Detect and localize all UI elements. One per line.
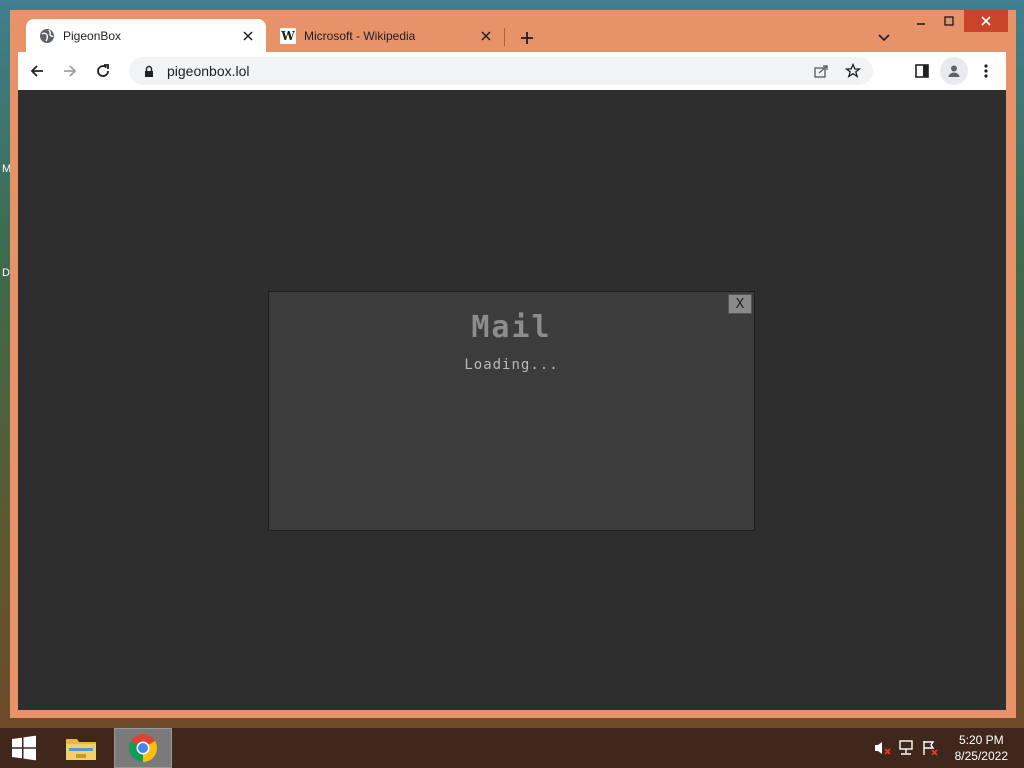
new-tab-button[interactable] xyxy=(515,26,539,50)
loading-status: Loading... xyxy=(464,357,559,373)
wikipedia-w-icon: W xyxy=(280,27,296,44)
close-tab-icon[interactable] xyxy=(240,28,256,44)
clock-date: 8/25/2022 xyxy=(954,749,1008,763)
back-arrow-icon[interactable] xyxy=(23,57,51,85)
taskbar: 5:20 PM 8/25/2022 xyxy=(0,728,1024,768)
url-text[interactable]: pigeonbox.lol xyxy=(167,63,250,79)
tab-divider xyxy=(504,28,505,46)
profile-avatar-icon[interactable] xyxy=(940,57,968,85)
page-viewport: X Mail Loading... xyxy=(18,90,1006,710)
browser-toolbar: pigeonbox.lol xyxy=(18,52,1006,90)
address-bar[interactable]: pigeonbox.lol xyxy=(129,57,873,85)
mail-modal: X Mail Loading... xyxy=(268,291,755,531)
close-tab-icon[interactable] xyxy=(478,28,494,44)
tab-title: Microsoft - Wikipedia xyxy=(304,28,416,43)
chevron-down-icon[interactable] xyxy=(872,26,896,50)
side-panel-icon[interactable] xyxy=(908,57,936,85)
tab-wikipedia[interactable]: W Microsoft - Wikipedia xyxy=(272,19,504,52)
network-icon[interactable] xyxy=(896,738,916,758)
file-explorer-icon[interactable] xyxy=(52,728,110,768)
clock-time: 5:20 PM xyxy=(958,733,1004,747)
chrome-icon[interactable] xyxy=(114,728,172,768)
browser-window: PigeonBox W Microsoft - Wikipedia pigeon… xyxy=(10,10,1016,718)
modal-close-button[interactable]: X xyxy=(728,294,752,314)
action-center-flag-icon[interactable] xyxy=(920,738,940,758)
maximize-button[interactable] xyxy=(936,10,962,32)
close-window-button[interactable] xyxy=(964,10,1008,32)
title-bar: PigeonBox W Microsoft - Wikipedia xyxy=(10,10,1016,52)
lock-icon[interactable] xyxy=(141,65,157,78)
windows-start-icon[interactable] xyxy=(0,728,48,768)
forward-arrow-icon[interactable] xyxy=(56,57,84,85)
modal-title: Mail xyxy=(471,310,552,345)
bookmark-star-icon[interactable] xyxy=(841,59,865,83)
reload-icon[interactable] xyxy=(89,57,117,85)
minimize-button[interactable] xyxy=(908,10,934,32)
more-menu-icon[interactable] xyxy=(972,57,1000,85)
taskbar-clock[interactable]: 5:20 PM 8/25/2022 xyxy=(955,732,1008,764)
globe-icon xyxy=(39,28,55,44)
tab-title: PigeonBox xyxy=(63,28,122,43)
desktop-icon-label[interactable]: D xyxy=(2,267,10,279)
share-icon[interactable] xyxy=(809,59,833,83)
speaker-muted-icon[interactable] xyxy=(872,738,892,758)
tab-pigeonbox[interactable]: PigeonBox xyxy=(26,19,266,52)
